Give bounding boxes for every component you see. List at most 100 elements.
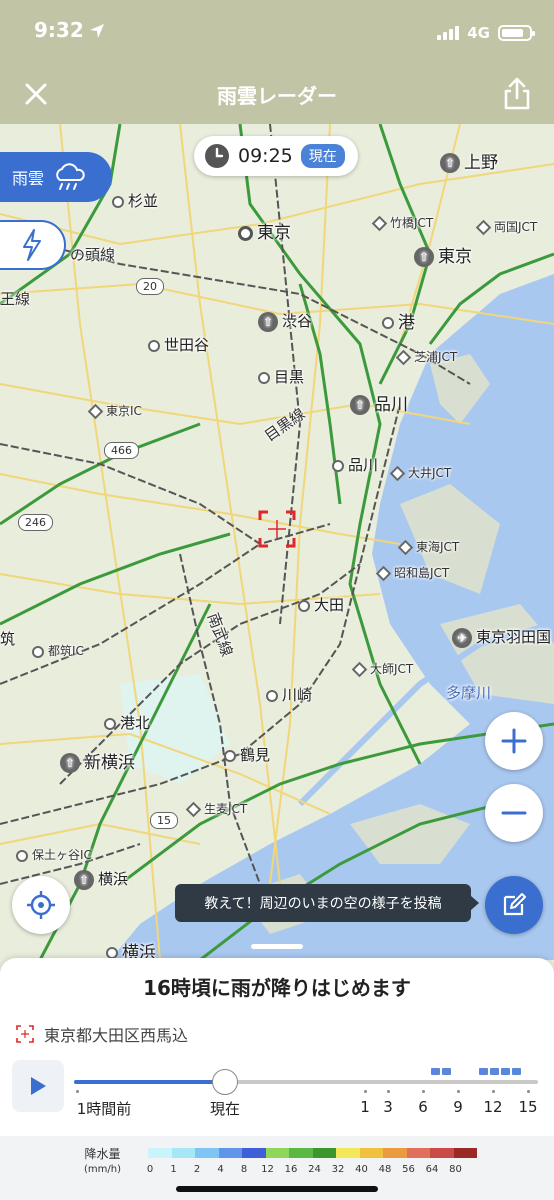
- map-label-tsuzuki: 筑: [0, 630, 16, 648]
- map-label-ueno: ⇧ 上野: [440, 148, 498, 173]
- timeline-tick: [76, 1090, 79, 1093]
- legend-title: 降水量 (mm/h): [84, 1146, 121, 1178]
- map-label-inokashira-line: の頭線: [70, 246, 116, 264]
- timeline-label: 1時間前: [76, 1100, 132, 1118]
- map-label-haneda-airport: ✈ 東京羽田国: [452, 626, 551, 648]
- lightning-icon: [23, 229, 41, 261]
- legend-swatch: [430, 1148, 454, 1158]
- precipitation-legend: 降水量 (mm/h) 0 1 2 4 8 12 16 24 32 40 48 56 64 80: [0, 1136, 554, 1200]
- timeline-label: 現在: [209, 1100, 241, 1118]
- map-label-shibaura-jct: 芝浦JCT: [395, 348, 457, 366]
- post-tooltip[interactable]: 教えて！周辺のいまの空の様子を投稿: [175, 884, 479, 922]
- legend-value: 4: [217, 1164, 224, 1175]
- legend-swatch: [265, 1148, 289, 1158]
- clock-icon: [205, 144, 229, 168]
- rain-marker: [490, 1068, 499, 1075]
- map-label-tsuzuki-ic: 都筑IC: [32, 642, 84, 659]
- route-shield-466: 466: [104, 442, 139, 459]
- rain-layer-tab[interactable]: 雨雲: [0, 152, 112, 202]
- map-label-takebashi-jct: 竹橋JCT: [371, 214, 433, 232]
- rain-marker: [431, 1068, 440, 1075]
- map-label-shinagawa-station: ⇧ 品川: [350, 390, 408, 415]
- status-indicators: 4G: [437, 24, 535, 42]
- rain-marker: [442, 1068, 451, 1075]
- legend-swatch: [289, 1148, 313, 1158]
- rain-layer-label: 雨雲: [12, 169, 45, 188]
- route-shield-20: 20: [136, 278, 164, 295]
- play-button[interactable]: [12, 1060, 64, 1112]
- share-icon[interactable]: [502, 76, 532, 110]
- edit-icon: [503, 893, 526, 916]
- timeline-tick: [387, 1090, 390, 1093]
- legend-swatch: [359, 1148, 383, 1158]
- legend-value: 0: [146, 1164, 154, 1175]
- legend-unit: (mm/h): [84, 1164, 121, 1175]
- forecast-location: 東京都大田区西馬込: [16, 1022, 188, 1046]
- legend-value: 48: [378, 1164, 392, 1175]
- map-label-kohoku: 港北: [104, 712, 150, 733]
- timeline-tick: [492, 1090, 495, 1093]
- map-label-yokohama-station: ⇧ 横浜: [74, 868, 128, 890]
- timeline-knob[interactable]: [212, 1069, 238, 1095]
- timeline-slider[interactable]: 1時間前 現在 1 3 6 9 12 15: [74, 1058, 544, 1128]
- legend-swatch: [242, 1148, 266, 1158]
- timeline-tick: [457, 1090, 460, 1093]
- rain-cloud-icon: [56, 163, 85, 190]
- network-label: 4G: [467, 24, 490, 42]
- now-badge: 現在: [300, 144, 345, 168]
- timeline-track-fill: [74, 1080, 225, 1084]
- lightning-layer-tab[interactable]: [0, 220, 66, 270]
- map-label-keio-line: 王線: [0, 290, 31, 308]
- legend-label: 降水量: [84, 1147, 121, 1161]
- status-time: 9:32: [34, 18, 84, 42]
- legend-value: 16: [284, 1164, 298, 1175]
- legend-swatch: [336, 1148, 360, 1158]
- legend-value: 12: [261, 1164, 274, 1175]
- rain-marker: [501, 1068, 510, 1075]
- legend-swatch: [195, 1148, 219, 1158]
- zoom-out-button[interactable]: [485, 784, 543, 842]
- map-label-tokyo: 東京: [238, 218, 291, 243]
- radar-time-pill[interactable]: 09:25 現在: [194, 136, 358, 176]
- map-label-minato: 港: [382, 308, 415, 333]
- legend-value: 32: [331, 1164, 345, 1175]
- legend-swatch: [406, 1148, 430, 1158]
- map-label-yokohama: 横浜: [106, 938, 156, 960]
- map-label-setagaya: 世田谷: [148, 334, 209, 355]
- rain-marker: [512, 1068, 521, 1075]
- map-label-shinagawa: 品川: [332, 454, 378, 475]
- sheet-grabber[interactable]: [251, 944, 303, 949]
- legend-swatch: [383, 1148, 407, 1158]
- legend-value: 1: [170, 1164, 177, 1175]
- map-label-daishi-jct: 大師JCT: [351, 660, 413, 678]
- legend-value: 2: [193, 1164, 201, 1175]
- radar-map[interactable]: 杉並 東京 ⇧ 上野 竹橋JCT 両国JCT ⇧ 東京 ⇧ 渋谷 港 芝浦JCT 世田…: [0, 124, 554, 960]
- map-label-tokyo-ic: 東京IC: [87, 402, 142, 420]
- map-label-namamugi-jct: 生麦JCT: [185, 800, 247, 818]
- legend-value: 64: [425, 1164, 439, 1175]
- location-name: 東京都大田区西馬込: [44, 1026, 189, 1045]
- timeline-label: 9: [453, 1098, 463, 1116]
- timeline-label: 15: [518, 1098, 538, 1116]
- legend-values: 0 1 2 4 8 12 16 24 32 40 48 56 64 80: [142, 1164, 482, 1178]
- zoom-in-button[interactable]: [485, 712, 543, 770]
- timeline-label: 3: [383, 1098, 393, 1116]
- crosshair-icon: [258, 510, 296, 548]
- map-label-ryogoku-jct: 両国JCT: [475, 218, 537, 236]
- post-button[interactable]: [485, 876, 543, 934]
- forecast-message: 16時頃に雨が降りはじめます: [143, 976, 411, 1000]
- map-label-suginami: 杉並: [112, 190, 158, 211]
- legend-swatch: [171, 1148, 195, 1158]
- plus-icon: [501, 728, 527, 754]
- minus-icon: [501, 811, 527, 815]
- map-label-shin-yokohama: ⇧ 新横浜: [60, 748, 135, 773]
- current-location-button[interactable]: [12, 876, 70, 934]
- timeline-tick: [422, 1090, 425, 1093]
- legend-value: 80: [449, 1164, 462, 1175]
- target-icon: [16, 1025, 34, 1043]
- map-label-tsurumi: 鶴見: [224, 744, 270, 765]
- map-label-kawasaki: 川崎: [266, 684, 312, 705]
- legend-swatch: [312, 1148, 336, 1158]
- route-shield-246: 246: [18, 514, 53, 531]
- map-label-tamagawa: 多摩川: [446, 684, 492, 702]
